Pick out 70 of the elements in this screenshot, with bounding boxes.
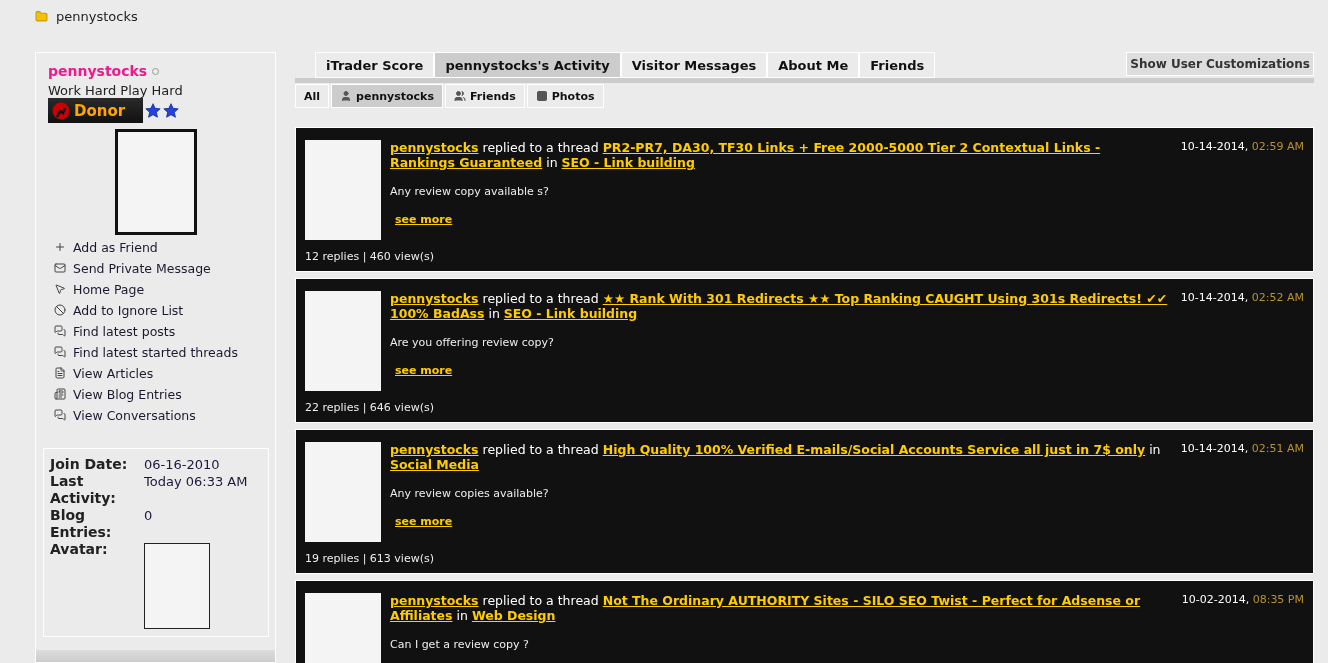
see-more-link[interactable]: see more	[395, 515, 1304, 528]
activity-sentence: pennystocks replied to a thread ★★ Rank With 301 Redirects ★★ Top Ranking CAUGHT Using 301s Redirects! ✔✔ 100% BadAss in SEO - Link building	[390, 291, 1169, 321]
info-value: Today 06:33 AM	[144, 473, 249, 491]
newspaper-icon	[54, 388, 66, 400]
star-icon	[145, 102, 161, 119]
chat-bubbles-icon	[54, 346, 66, 358]
profile-tab[interactable]: About Me	[767, 52, 860, 78]
folder-icon	[35, 9, 48, 23]
breadcrumb-link[interactable]: pennystocks	[56, 8, 138, 24]
user-title: Work Hard Play Hard	[48, 83, 184, 98]
post-snippet: Can I get a review copy ?	[390, 638, 530, 651]
profile-action-link[interactable]: View Blog Entries	[54, 385, 275, 403]
people-icon	[454, 90, 466, 102]
customizations-button[interactable]: Show User Customizations	[1126, 52, 1314, 76]
profile-action-link[interactable]: Send Private Message	[54, 259, 275, 277]
chat-bubbles-icon	[54, 409, 66, 421]
activity-sentence: pennystocks replied to a thread High Quality 100% Verified E-mails/Social Accounts Service all just in 7$ only in Social Media	[390, 442, 1162, 472]
profile-action-link[interactable]: Find latest posts	[54, 322, 275, 340]
forum-link[interactable]: SEO - Link building	[503, 306, 638, 321]
profile-tab[interactable]: Friends	[859, 52, 936, 78]
post-snippet: Any review copy available s?	[390, 185, 550, 198]
block-icon	[54, 304, 66, 316]
document-icon	[54, 367, 66, 379]
profile-tab[interactable]: pennystocks's Activity	[434, 52, 621, 78]
chat-bubbles-icon	[54, 325, 66, 337]
activity-sentence: pennystocks replied to a thread Not The Ordinary AUTHORITY Sites - SILO SEO Twist - Perfect for Adsense or Affiliates in Web Design	[390, 593, 1142, 623]
forum-link[interactable]: Web Design	[471, 608, 556, 623]
profile-tab[interactable]: Visitor Messages	[620, 52, 768, 78]
post-snippet: Any review copies available?	[390, 487, 550, 500]
filter-tab[interactable]: Photos	[526, 84, 604, 108]
profile-action-link[interactable]: Find latest started threads	[54, 343, 275, 361]
thread-stats: 19 replies | 613 view(s)	[305, 552, 435, 565]
thread-stats: 12 replies | 460 view(s)	[305, 250, 435, 263]
see-more-link[interactable]: see more	[395, 364, 1304, 377]
star-icon	[163, 102, 179, 119]
user-link[interactable]: pennystocks	[390, 593, 479, 608]
envelope-icon	[54, 262, 66, 274]
forum-link[interactable]: Social Media	[390, 457, 479, 472]
profile-tab[interactable]: iTrader Score	[315, 52, 435, 78]
profile-action-link[interactable]: View Articles	[54, 364, 275, 382]
info-label: Join Date:	[50, 456, 129, 473]
profile-action-link[interactable]: View Conversations	[54, 406, 275, 424]
info-label: Avatar:	[50, 541, 109, 559]
info-value: 0	[144, 507, 154, 525]
post-date: 10-14-2014, 02:52 AM	[1180, 291, 1304, 306]
info-value: 06-16-2010	[144, 456, 221, 473]
filter-tab[interactable]: pennystocks	[331, 84, 443, 108]
user-link[interactable]: pennystocks	[390, 140, 479, 155]
donor-badge: Donor	[48, 98, 143, 123]
filter-tab[interactable]: All	[295, 84, 330, 108]
profile-action-link[interactable]: Add to Ignore List	[54, 301, 275, 319]
profile-action-link[interactable]: Add as Friend	[54, 238, 275, 256]
pointer-icon	[54, 283, 66, 295]
post-snippet: Are you offering review copy?	[390, 336, 555, 349]
post-date: 10-14-2014, 02:59 AM	[1180, 140, 1304, 155]
person-icon	[340, 90, 353, 102]
filter-tab[interactable]: Friends	[445, 84, 525, 108]
post-date: 10-02-2014, 08:35 PM	[1181, 593, 1304, 608]
see-more-link[interactable]: see more	[395, 213, 1304, 226]
thread-stats: 22 replies | 646 view(s)	[305, 401, 435, 414]
user-link[interactable]: pennystocks	[390, 442, 479, 457]
info-label: Last Activity:	[50, 473, 117, 507]
forum-link[interactable]: SEO - Link building	[561, 155, 695, 170]
profile-action-link[interactable]: Home Page	[54, 280, 275, 298]
post-date: 10-14-2014, 02:51 AM	[1180, 442, 1304, 457]
plus-icon	[54, 241, 66, 253]
username: pennystocks	[48, 63, 148, 79]
info-label: Blog Entries:	[50, 507, 113, 541]
user-link[interactable]: pennystocks	[390, 291, 479, 306]
activity-sentence: pennystocks replied to a thread PR2-PR7, DA30, TF30 Links + Free 2000-5000 Tier 2 Contextual Links - Rankings Guaranteed in SEO - Link building	[390, 140, 1102, 170]
